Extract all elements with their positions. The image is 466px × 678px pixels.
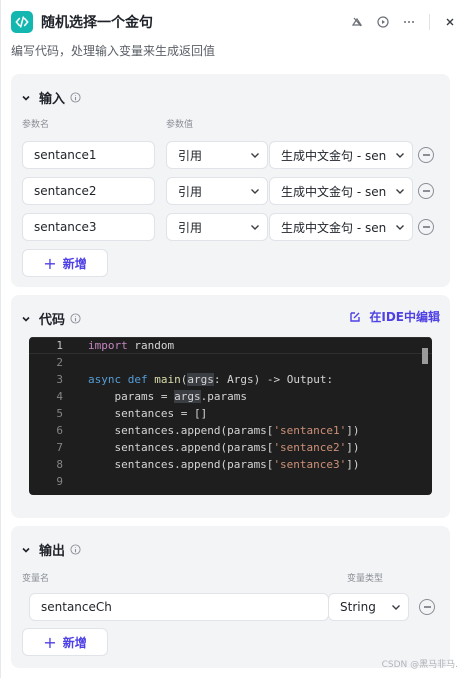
- output-var-name-value: sentanceCh: [41, 600, 112, 614]
- code-line: import random: [88, 339, 175, 352]
- code-line: sentances = []: [88, 407, 208, 420]
- node-title[interactable]: 随机选择一个金句: [41, 12, 153, 32]
- ref-value-text: 生成中文金句 - sen: [281, 184, 387, 199]
- line-number: 1: [56, 339, 63, 352]
- code-line: sentances.append(params['sentance1']): [88, 424, 360, 437]
- plus-icon: +: [43, 632, 57, 652]
- node-description[interactable]: 编写代码，处理输入变量来生成返回值: [11, 42, 215, 59]
- remove-param-icon[interactable]: [418, 147, 434, 163]
- chevron-down-icon: [396, 189, 404, 194]
- remove-output-icon[interactable]: [419, 599, 435, 615]
- add-output-button[interactable]: + 新增: [22, 628, 108, 656]
- line-number: 5: [56, 407, 63, 420]
- ref-value-select[interactable]: 生成中文金句 - sen: [269, 177, 413, 205]
- param-name-input[interactable]: sentance1: [22, 141, 155, 169]
- chevron-down-icon[interactable]: [21, 314, 31, 324]
- output-section-header[interactable]: 输出: [21, 540, 81, 559]
- ref-type-select[interactable]: 引用: [166, 141, 268, 169]
- input-section: 输入 参数名 参数值 sentance1 引用 生成中文金句 - sen sen…: [11, 74, 450, 287]
- param-name-input[interactable]: sentance2: [22, 177, 155, 205]
- add-input-label: 新增: [62, 256, 87, 271]
- var-name-column-label: 变量名: [22, 574, 50, 584]
- chevron-down-icon: [396, 225, 404, 230]
- line-number: 4: [56, 390, 63, 403]
- info-icon[interactable]: [70, 544, 81, 555]
- code-line: sentances.append(params['sentance2']): [88, 441, 360, 454]
- param-name-input[interactable]: sentance3: [22, 213, 155, 241]
- chevron-down-icon[interactable]: [21, 93, 31, 103]
- chevron-down-icon[interactable]: [21, 545, 31, 555]
- output-var-type-value: String: [340, 600, 376, 614]
- edit-icon: [350, 311, 361, 322]
- ref-value-text: 生成中文金句 - sen: [281, 148, 387, 163]
- ref-type-value: 引用: [178, 148, 203, 163]
- chevron-down-icon: [396, 153, 404, 158]
- code-line: sentances.append(params['sentance3']): [88, 458, 360, 471]
- run-icon[interactable]: [377, 16, 389, 28]
- line-number: 3: [56, 373, 63, 386]
- ref-type-select[interactable]: 引用: [166, 177, 268, 205]
- output-section-title: 输出: [39, 544, 66, 559]
- more-icon[interactable]: [403, 16, 415, 28]
- output-var-name-input[interactable]: sentanceCh: [29, 593, 329, 621]
- info-icon[interactable]: [70, 313, 81, 324]
- node-panel: 随机选择一个金句 编写代码，处理输入变量来生成返回值 输入 参数名 参数值 se…: [0, 0, 466, 678]
- ref-type-value: 引用: [178, 184, 203, 199]
- line-number: 9: [56, 475, 63, 488]
- debug-icon[interactable]: [351, 16, 363, 28]
- remove-param-icon[interactable]: [418, 183, 434, 199]
- line-number: 2: [56, 356, 63, 369]
- line-number: 7: [56, 441, 63, 454]
- chevron-down-icon: [392, 605, 400, 610]
- remove-param-icon[interactable]: [418, 219, 434, 235]
- editor-scrollbar[interactable]: [422, 348, 428, 364]
- panel-header: 随机选择一个金句: [11, 10, 456, 34]
- line-number: 6: [56, 424, 63, 437]
- chevron-down-icon: [251, 225, 259, 230]
- param-name-value: sentance2: [34, 184, 97, 198]
- add-output-label: 新增: [62, 635, 87, 650]
- plus-icon: +: [43, 253, 57, 273]
- line-number: 8: [56, 458, 63, 471]
- code-line: params = args.params: [88, 390, 247, 403]
- ref-type-select[interactable]: 引用: [166, 213, 268, 241]
- output-var-type-select[interactable]: String: [328, 593, 409, 621]
- line-number-gutter: 1 2 3 4 5 6 7 8 9: [29, 337, 79, 495]
- header-divider: [429, 14, 430, 30]
- chevron-down-icon: [251, 153, 259, 158]
- add-input-button[interactable]: + 新增: [22, 249, 108, 277]
- info-icon[interactable]: [70, 92, 81, 103]
- ref-type-value: 引用: [178, 220, 203, 235]
- close-icon[interactable]: [444, 16, 456, 28]
- code-node-icon: [11, 11, 33, 33]
- ref-value-text: 生成中文金句 - sen: [281, 220, 387, 235]
- input-section-title: 输入: [39, 92, 66, 107]
- edit-in-ide-link[interactable]: 在IDE中编辑: [349, 308, 440, 325]
- param-value-column-label: 参数值: [166, 120, 194, 130]
- output-section: 输出 变量名 变量类型 sentanceCh String + 新增: [11, 526, 450, 668]
- chevron-down-icon: [251, 189, 259, 194]
- param-name-value: sentance1: [34, 148, 97, 162]
- code-section-title: 代码: [39, 313, 66, 328]
- code-line: async def main(args: Args) -> Output:: [88, 373, 334, 386]
- input-section-header[interactable]: 输入: [21, 88, 81, 107]
- code-editor[interactable]: 1 2 3 4 5 6 7 8 9 import random async de…: [29, 337, 432, 495]
- param-name-column-label: 参数名: [22, 120, 50, 130]
- code-section-header[interactable]: 代码: [21, 309, 81, 328]
- watermark: CSDN @黑马非马.: [381, 660, 458, 670]
- param-name-value: sentance3: [34, 220, 97, 234]
- ref-value-select[interactable]: 生成中文金句 - sen: [269, 213, 413, 241]
- var-type-column-label: 变量类型: [347, 574, 384, 584]
- ref-value-select[interactable]: 生成中文金句 - sen: [269, 141, 413, 169]
- code-section: 代码 在IDE中编辑 1 2 3 4 5 6 7 8 9 import rand…: [11, 295, 450, 518]
- edit-in-ide-label: 在IDE中编辑: [369, 310, 440, 324]
